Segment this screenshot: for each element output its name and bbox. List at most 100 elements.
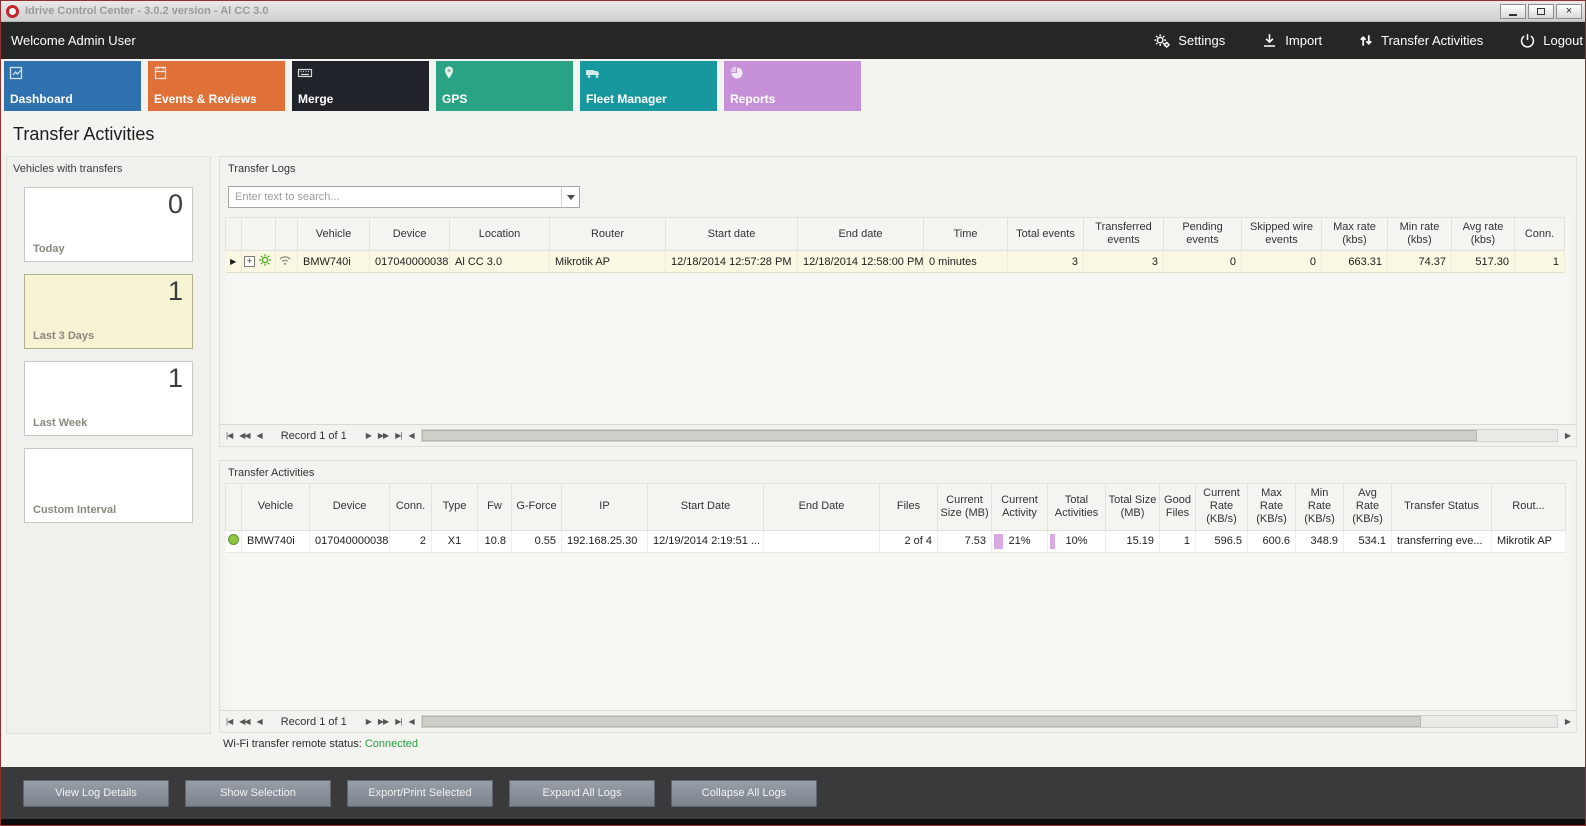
- card-custom-interval[interactable]: Custom Interval: [24, 448, 193, 523]
- page-title: Transfer Activities: [13, 124, 1585, 145]
- prev-page-button[interactable]: ◀◀: [239, 717, 249, 726]
- column-header-time[interactable]: Time: [924, 218, 1008, 251]
- column-header-vehicle[interactable]: Vehicle: [298, 218, 370, 251]
- column-header-current-rate[interactable]: Current Rate (KB/s): [1196, 484, 1248, 531]
- expand-plus-icon[interactable]: +: [244, 256, 255, 267]
- fleet-truck-icon: [585, 65, 602, 86]
- column-header-files[interactable]: Files: [880, 484, 938, 531]
- column-header-router[interactable]: Rout...: [1492, 484, 1566, 531]
- column-header-type[interactable]: Type: [432, 484, 478, 531]
- column-header-max-rate[interactable]: Max Rate (KB/s): [1248, 484, 1296, 531]
- column-header-total-activities[interactable]: Total Activities: [1048, 484, 1106, 531]
- search-combo: [228, 186, 580, 208]
- transfer-activities-button[interactable]: Transfer Activities: [1358, 32, 1483, 49]
- tab-dashboard[interactable]: Dashboard: [4, 61, 141, 111]
- column-header-device[interactable]: Device: [370, 218, 450, 251]
- column-header-gforce[interactable]: G-Force: [512, 484, 562, 531]
- card-last-week-value: 1: [168, 363, 183, 394]
- expand-all-logs-button[interactable]: Expand All Logs: [509, 780, 655, 807]
- tab-events-reviews[interactable]: Events & Reviews: [148, 61, 285, 111]
- row-icons-cell: +: [242, 251, 276, 273]
- column-header-device[interactable]: Device: [310, 484, 390, 531]
- horizontal-scrollbar[interactable]: [421, 429, 1558, 442]
- column-header-start-date[interactable]: Start date: [666, 218, 798, 251]
- tab-gps-label: GPS: [442, 92, 467, 106]
- import-button[interactable]: Import: [1261, 32, 1322, 49]
- column-header-min-rate[interactable]: Min rate (kbs): [1388, 218, 1452, 251]
- column-header-skipped-wire-events[interactable]: Skipped wire events: [1242, 218, 1322, 251]
- last-record-button[interactable]: ▶|: [395, 431, 401, 440]
- column-header-min-rate[interactable]: Min Rate (KB/s): [1296, 484, 1344, 531]
- next-page-button[interactable]: ▶▶: [378, 717, 388, 726]
- table-row[interactable]: BMW740i 017040000038 2 X1 10.8 0.55 192.…: [226, 530, 1566, 552]
- cell-total-size: 15.19: [1106, 530, 1160, 552]
- next-page-button[interactable]: ▶▶: [378, 431, 388, 440]
- prev-record-button[interactable]: ◀: [257, 431, 262, 440]
- next-record-button[interactable]: ▶: [366, 717, 371, 726]
- dashboard-chart-icon: [9, 65, 25, 86]
- search-dropdown-button[interactable]: [561, 187, 579, 207]
- scroll-right-button[interactable]: ▶: [1565, 717, 1570, 726]
- logout-button[interactable]: Logout: [1519, 32, 1583, 49]
- search-input[interactable]: [229, 187, 561, 207]
- settings-button[interactable]: Settings: [1153, 32, 1225, 50]
- scroll-right-button[interactable]: ▶: [1565, 431, 1570, 440]
- scroll-left-button[interactable]: ◀: [408, 717, 413, 726]
- scroll-left-button[interactable]: ◀: [408, 431, 413, 440]
- horizontal-scrollbar[interactable]: [421, 715, 1558, 728]
- next-record-button[interactable]: ▶: [366, 431, 371, 440]
- first-record-button[interactable]: |◀: [226, 431, 232, 440]
- column-header-transferred-events[interactable]: Transferred events: [1084, 218, 1164, 251]
- column-header-end-date[interactable]: End date: [798, 218, 924, 251]
- column-header-transfer-status[interactable]: Transfer Status: [1392, 484, 1492, 531]
- column-header-max-rate[interactable]: Max rate (kbs): [1322, 218, 1388, 251]
- column-header-start-date[interactable]: Start Date: [648, 484, 764, 531]
- table-row[interactable]: ▶ + BMW740i 017040000038 Al CC 3.0 Mikro…: [226, 251, 1565, 273]
- app-logo-icon: [6, 5, 19, 18]
- card-today[interactable]: 0 Today: [24, 187, 193, 262]
- column-header-total-events[interactable]: Total events: [1008, 218, 1084, 251]
- column-header-conn[interactable]: Conn.: [1515, 218, 1565, 251]
- column-header-vehicle[interactable]: Vehicle: [242, 484, 310, 531]
- view-log-details-button[interactable]: View Log Details: [23, 780, 169, 807]
- column-header-location[interactable]: Location: [450, 218, 550, 251]
- minimize-button[interactable]: [1500, 4, 1526, 19]
- column-header-ip[interactable]: IP: [562, 484, 648, 531]
- cell-max-rate: 663.31: [1322, 251, 1388, 273]
- activities-pager: |◀ ◀◀ ◀ Record 1 of 1 ▶ ▶▶ ▶| ◀ ▶: [220, 710, 1576, 732]
- tab-gps[interactable]: GPS: [436, 61, 573, 111]
- column-header-total-size[interactable]: Total Size (MB): [1106, 484, 1160, 531]
- column-header-pending-events[interactable]: Pending events: [1164, 218, 1242, 251]
- scrollbar-thumb[interactable]: [422, 430, 1478, 441]
- gps-pin-icon: [441, 65, 457, 86]
- tab-fleet-manager[interactable]: Fleet Manager: [580, 61, 717, 111]
- card-last-3-days[interactable]: 1 Last 3 Days: [24, 274, 193, 349]
- show-selection-button[interactable]: Show Selection: [185, 780, 331, 807]
- column-header-router[interactable]: Router: [550, 218, 666, 251]
- collapse-all-logs-button[interactable]: Collapse All Logs: [671, 780, 817, 807]
- close-button[interactable]: ×: [1556, 4, 1582, 19]
- last-record-button[interactable]: ▶|: [395, 717, 401, 726]
- column-header-good-files[interactable]: Good Files: [1160, 484, 1196, 531]
- maximize-button[interactable]: [1528, 4, 1554, 19]
- scrollbar-thumb[interactable]: [422, 716, 1421, 727]
- tab-merge[interactable]: Merge: [292, 61, 429, 111]
- cell-fw: 10.8: [478, 530, 512, 552]
- column-header-avg-rate[interactable]: Avg rate (kbs): [1452, 218, 1515, 251]
- prev-record-button[interactable]: ◀: [257, 717, 262, 726]
- export-print-selected-button[interactable]: Export/Print Selected: [347, 780, 493, 807]
- tab-reports[interactable]: Reports: [724, 61, 861, 111]
- cell-good-files: 1: [1160, 530, 1196, 552]
- column-header-current-size[interactable]: Current Size (MB): [938, 484, 992, 531]
- cell-pending-events: 0: [1164, 251, 1242, 273]
- cell-ip: 192.168.25.30: [562, 530, 648, 552]
- prev-page-button[interactable]: ◀◀: [239, 431, 249, 440]
- column-header-conn[interactable]: Conn.: [390, 484, 432, 531]
- column-header-end-date[interactable]: End Date: [764, 484, 880, 531]
- panel-splitter[interactable]: [1, 451, 1585, 459]
- column-header-current-activity[interactable]: Current Activity: [992, 484, 1048, 531]
- card-last-week[interactable]: 1 Last Week: [24, 361, 193, 436]
- first-record-button[interactable]: |◀: [226, 717, 232, 726]
- column-header-avg-rate[interactable]: Avg Rate (KB/s): [1344, 484, 1392, 531]
- column-header-fw[interactable]: Fw: [478, 484, 512, 531]
